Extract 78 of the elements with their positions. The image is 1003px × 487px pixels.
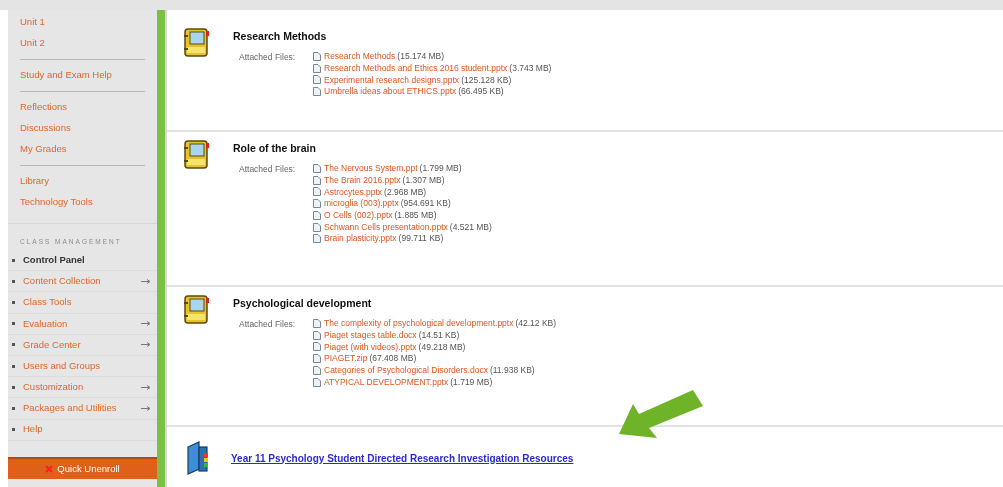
bullet-icon <box>12 343 15 347</box>
file-link[interactable]: The complexity of psychological development.pptx <box>324 317 514 330</box>
sidebar-link[interactable]: Unit 2 <box>20 36 45 51</box>
file-size: (954.691 KB) <box>400 197 451 211</box>
file-link[interactable]: microglia (003).pptx <box>324 197 399 211</box>
file-link[interactable]: The Nervous System.ppt <box>324 162 418 175</box>
file-size: (67.408 MB) <box>369 352 417 366</box>
arrow-right-icon[interactable] <box>141 384 151 390</box>
file-size: (42.12 KB) <box>515 317 557 330</box>
file-size: (2.968 MB) <box>384 185 427 199</box>
bullet-icon <box>12 279 15 283</box>
file-size: (1.719 MB) <box>450 375 493 389</box>
file-link[interactable]: Brain plasticity.pptx <box>324 232 397 246</box>
sidebar-link[interactable]: Packages and Utilities <box>23 401 117 416</box>
sidebar-link[interactable]: Reflections <box>20 100 67 115</box>
attached-files-label: Attached Files: <box>239 162 297 176</box>
bullet-icon <box>12 300 15 304</box>
attached-files-label: Attached Files: <box>239 50 297 64</box>
file-size: (99.711 KB) <box>398 232 444 246</box>
bullet-icon <box>12 385 15 389</box>
notebook-icon <box>183 28 211 58</box>
bullet-icon <box>12 428 15 432</box>
sidebar-link[interactable]: Study and Exam Help <box>20 68 112 83</box>
sidebar-link[interactable]: Technology Tools <box>20 195 93 210</box>
notebook-icon <box>183 295 211 325</box>
file-link[interactable]: Research Methods and Ethics 2016 student.pptx <box>324 61 508 75</box>
file-size: (3.743 MB) <box>509 61 552 75</box>
file-size: (11.938 KB) <box>489 363 535 377</box>
sidebar-link[interactable]: Grade Center <box>23 337 81 352</box>
file-link[interactable]: Experimental research designs.pptx <box>324 73 460 87</box>
file-size: (1.799 MB) <box>419 162 462 175</box>
file-link[interactable]: O Cells (002).pptx <box>324 208 393 222</box>
file-link[interactable]: Schwann Cells presentation.pptx <box>324 220 448 234</box>
folder-link[interactable]: Year 11 Psychology Student Directed Research Investigation Resources <box>231 450 574 466</box>
item-title: Psychological development <box>233 296 373 311</box>
sidebar-link[interactable]: Content Collection <box>23 274 101 289</box>
file-size: (49.218 MB) <box>418 340 466 354</box>
file-size: (1.885 MB) <box>394 208 437 222</box>
file-link[interactable]: PIAGET.zip <box>324 352 368 366</box>
file-size: (1.307 MB) <box>402 173 445 187</box>
sidebar-link[interactable]: Evaluation <box>23 316 68 331</box>
close-icon <box>45 464 54 473</box>
arrow-right-icon[interactable] <box>141 405 151 411</box>
sidebar-link[interactable]: Unit 1 <box>20 15 45 30</box>
sidebar-link[interactable]: Users and Groups <box>23 358 101 374</box>
file-link[interactable]: Piaget stages table.docx <box>324 328 417 342</box>
file-size: (15.174 MB) <box>397 50 445 63</box>
sidebar-link[interactable]: Class Tools <box>23 295 72 310</box>
file-link[interactable]: Research Methods <box>324 50 396 63</box>
book-icon <box>185 441 211 475</box>
file-link[interactable]: Piaget (with videos).pptx <box>324 340 417 354</box>
control-panel-label[interactable]: Control Panel <box>23 252 85 268</box>
bullet-icon <box>12 406 15 410</box>
arrow-right-icon[interactable] <box>141 278 151 284</box>
arrow-right-icon[interactable] <box>141 321 151 327</box>
item-title: Research Methods <box>233 29 328 44</box>
bullet-icon <box>12 364 15 368</box>
bullet-icon <box>12 322 15 326</box>
item-title: Role of the brain <box>233 141 317 156</box>
arrow-right-icon[interactable] <box>141 342 151 348</box>
file-link[interactable]: ATYPICAL DEVELOPMENT.pptx <box>324 375 449 389</box>
notebook-icon <box>183 140 211 170</box>
attached-files-label: Attached Files: <box>239 317 297 331</box>
bullet-icon <box>12 258 15 262</box>
file-size: (125.128 KB) <box>461 73 512 87</box>
file-size: (66.495 KB) <box>458 85 504 99</box>
file-link[interactable]: Categories of Psychological Disorders.docx <box>324 363 488 377</box>
file-size: (14.51 KB) <box>418 328 460 342</box>
file-link[interactable]: Umbrella ideas about ETHICS.pptx <box>324 85 457 99</box>
quick-unenroll-button[interactable]: Quick Unenroll <box>8 456 157 479</box>
sidebar-link[interactable]: Discussions <box>20 121 71 136</box>
sidebar-link[interactable]: Help <box>23 422 43 437</box>
sidebar-link[interactable]: My Grades <box>20 142 67 157</box>
file-size: (4.521 MB) <box>449 220 492 234</box>
file-link[interactable]: The Brain 2016.pptx <box>324 173 401 187</box>
file-link[interactable]: Astrocytes.pptx <box>324 185 383 199</box>
sidebar-link[interactable]: Library <box>20 174 50 189</box>
sidebar-link[interactable]: Customization <box>23 380 84 395</box>
